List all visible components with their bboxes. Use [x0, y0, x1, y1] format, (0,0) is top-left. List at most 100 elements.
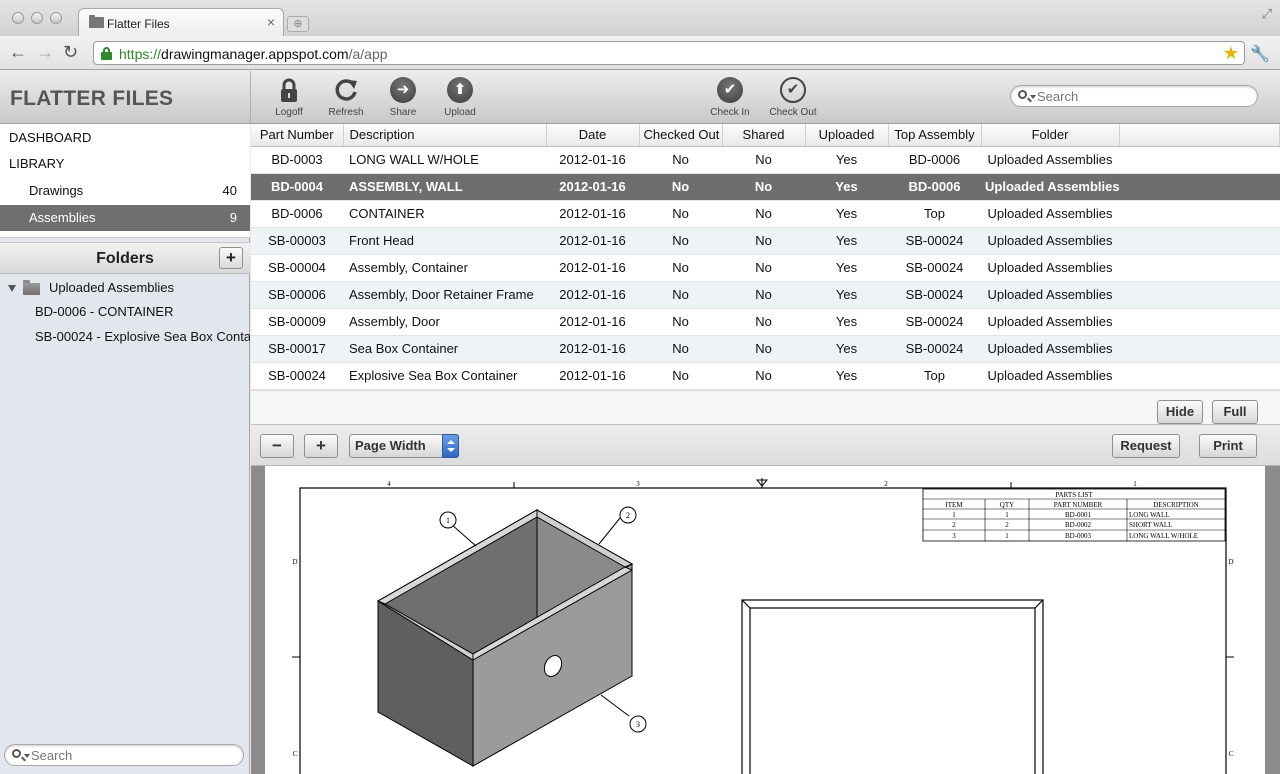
table-footer: Hide Full [251, 390, 1280, 424]
column-header[interactable]: Top Assembly [888, 124, 982, 147]
logoff-button[interactable]: Logoff [262, 77, 316, 118]
table-cell: Assembly, Container [343, 254, 546, 282]
wrench-icon[interactable]: 🔧 [1250, 44, 1270, 64]
close-icon[interactable]: × [267, 14, 275, 30]
table-cell: No [639, 308, 722, 336]
back-arrow-icon[interactable]: ← [9, 42, 27, 63]
table-cell: No [722, 308, 805, 336]
hide-button[interactable]: Hide [1157, 400, 1203, 424]
table-row[interactable]: SB-00024 Explosive Sea Box Container 2012-… [251, 362, 1280, 390]
tree-item[interactable]: SB-00024 - Explosive Sea Box Container [35, 326, 250, 348]
app-toolbar: FLATTER FILES Logoff Refresh ➜ Share ⬆ U… [0, 71, 1280, 124]
column-header[interactable]: Part Number [251, 124, 344, 147]
tree-folder-uploaded-assemblies[interactable]: Uploaded Assemblies [0, 277, 250, 299]
nav-dashboard[interactable]: DASHBOARD [0, 125, 250, 151]
table-cell: BD-0004 [251, 173, 343, 201]
share-button[interactable]: ➜ Share [376, 77, 430, 118]
table-row[interactable]: BD-0003 LONG WALL W/HOLE 2012-01-16 No No Yes… [251, 146, 1280, 174]
url-text: https://drawingmanager.appspot.com/a/app [119, 46, 388, 62]
tree-item[interactable]: BD-0006 - CONTAINER [35, 301, 173, 323]
forward-arrow-icon[interactable]: → [36, 42, 54, 63]
table-cell: 2012-01-16 [546, 254, 639, 282]
search-box[interactable] [1010, 85, 1258, 107]
column-header[interactable]: Date [546, 124, 640, 147]
parts-list: PARTS LIST ITEM QTY PART NUMBER DESCRIPT… [922, 488, 1226, 542]
sidebar: DASHBOARD LIBRARY Drawings 40 Assemblies… [0, 124, 250, 774]
table-row[interactable]: BD-0004 ASSEMBLY, WALL 2012-01-16 No No Yes BD… [251, 173, 1280, 201]
checkmark-outline-icon: ✔ [780, 77, 806, 103]
table-cell: Uploaded Assemblies [981, 335, 1119, 363]
column-header[interactable]: Description [343, 124, 547, 147]
table-cell: Yes [805, 281, 888, 309]
parts-list-header: QTY [1000, 501, 1014, 509]
column-header[interactable]: Folder [981, 124, 1120, 147]
table-row[interactable]: SB-00017 Sea Box Container 2012-01-16 No No Y… [251, 335, 1280, 363]
address-bar[interactable]: https://drawingmanager.appspot.com/a/app… [93, 41, 1245, 65]
search-input[interactable] [1037, 88, 1237, 104]
parts-list-header: DESCRIPTION [1153, 501, 1199, 509]
expand-triangle-icon[interactable] [8, 285, 16, 292]
main-panel: Part Number Description Date Checked Out… [251, 124, 1280, 774]
table-cell: SB-00024 [888, 308, 981, 336]
table-cell: Yes [805, 254, 888, 282]
add-folder-button[interactable]: + [219, 247, 243, 269]
reload-icon[interactable]: ↻ [63, 42, 78, 63]
table-row[interactable]: SB-00006 Assembly, Door Retainer Frame 201… [251, 281, 1280, 309]
table-row[interactable]: SB-00009 Assembly, Door 2012-01-16 No No Yes S… [251, 308, 1280, 336]
share-label: Share [389, 107, 417, 118]
tree-folder-label: Uploaded Assemblies [49, 280, 175, 295]
table-cell: BD-0006 [251, 200, 343, 228]
nav-library[interactable]: LIBRARY [0, 151, 250, 177]
table-cell: Uploaded Assemblies [981, 200, 1119, 228]
table-cell: SB-00024 [251, 362, 343, 390]
zoom-out-button[interactable]: − [260, 434, 294, 458]
lock-icon [281, 78, 297, 102]
column-header[interactable]: Checked Out [639, 124, 723, 147]
table-row[interactable]: SB-00003 Front Head 2012-01-16 No No Yes SB-00… [251, 227, 1280, 255]
tab-title: Flatter Files [107, 17, 170, 31]
upload-button[interactable]: ⬆ Upload [433, 77, 487, 118]
drawing-viewer[interactable]: 4 3 2 1 D D C C PARTS LIST ITEM QTY PART… [251, 466, 1280, 774]
window-close-button[interactable] [12, 12, 24, 24]
zoom-in-button[interactable]: + [304, 434, 338, 458]
browser-nav-bar: ← → ↻ https://drawingmanager.appspot.com… [0, 36, 1280, 70]
new-tab-button[interactable]: ⊕ [287, 16, 309, 32]
check-in-button[interactable]: ✔ Check In [703, 77, 757, 118]
column-header[interactable]: Uploaded [805, 124, 889, 147]
window-zoom-button[interactable] [50, 12, 62, 24]
drawing-sheet[interactable]: 4 3 2 1 D D C C PARTS LIST ITEM QTY PART… [265, 466, 1265, 774]
refresh-icon [335, 79, 357, 101]
request-button[interactable]: Request [1112, 434, 1180, 458]
zone-label: D [292, 558, 297, 566]
sidebar-search-input[interactable] [31, 747, 231, 763]
table-row[interactable]: SB-00004 Assembly, Container 2012-01-16 No N… [251, 254, 1280, 282]
table-row[interactable]: BD-0006 CONTAINER 2012-01-16 No No Yes Top Uplo… [251, 200, 1280, 228]
parts-list-cell: BD-0001 [1065, 511, 1092, 519]
column-header[interactable]: Shared [722, 124, 806, 147]
chevron-down-icon [1030, 95, 1036, 99]
check-out-button[interactable]: ✔ Check Out [766, 77, 820, 118]
zoom-mode-select[interactable]: Page Width [349, 434, 459, 458]
window-minimize-button[interactable] [31, 12, 43, 24]
table-cell: SB-00024 [888, 335, 981, 363]
viewer-toolbar: − + Page Width Request Print [251, 424, 1280, 466]
fullscreen-icon[interactable]: ⤢ [1262, 6, 1272, 22]
table-cell: 2012-01-16 [546, 200, 639, 228]
table-cell-spacer [1119, 146, 1280, 174]
browser-tab[interactable]: Flatter Files × [78, 8, 284, 36]
bookmark-star-icon[interactable]: ★ [1223, 43, 1239, 64]
sidebar-item-drawings[interactable]: Drawings 40 [0, 178, 250, 204]
refresh-button[interactable]: Refresh [319, 77, 373, 118]
item-count: 9 [229, 210, 237, 225]
table-cell: 2012-01-16 [546, 146, 639, 174]
sidebar-search-box[interactable] [4, 744, 244, 766]
table-cell-spacer [1119, 173, 1280, 201]
chevron-down-icon [24, 754, 30, 758]
table-cell: SB-00006 [251, 281, 343, 309]
print-button[interactable]: Print [1199, 434, 1257, 458]
front-view [741, 599, 1044, 774]
full-button[interactable]: Full [1212, 400, 1258, 424]
parts-list-cell: LONG WALL [1129, 511, 1170, 519]
check-in-label: Check In [710, 107, 750, 118]
sidebar-item-assemblies[interactable]: Assemblies 9 [0, 205, 250, 231]
